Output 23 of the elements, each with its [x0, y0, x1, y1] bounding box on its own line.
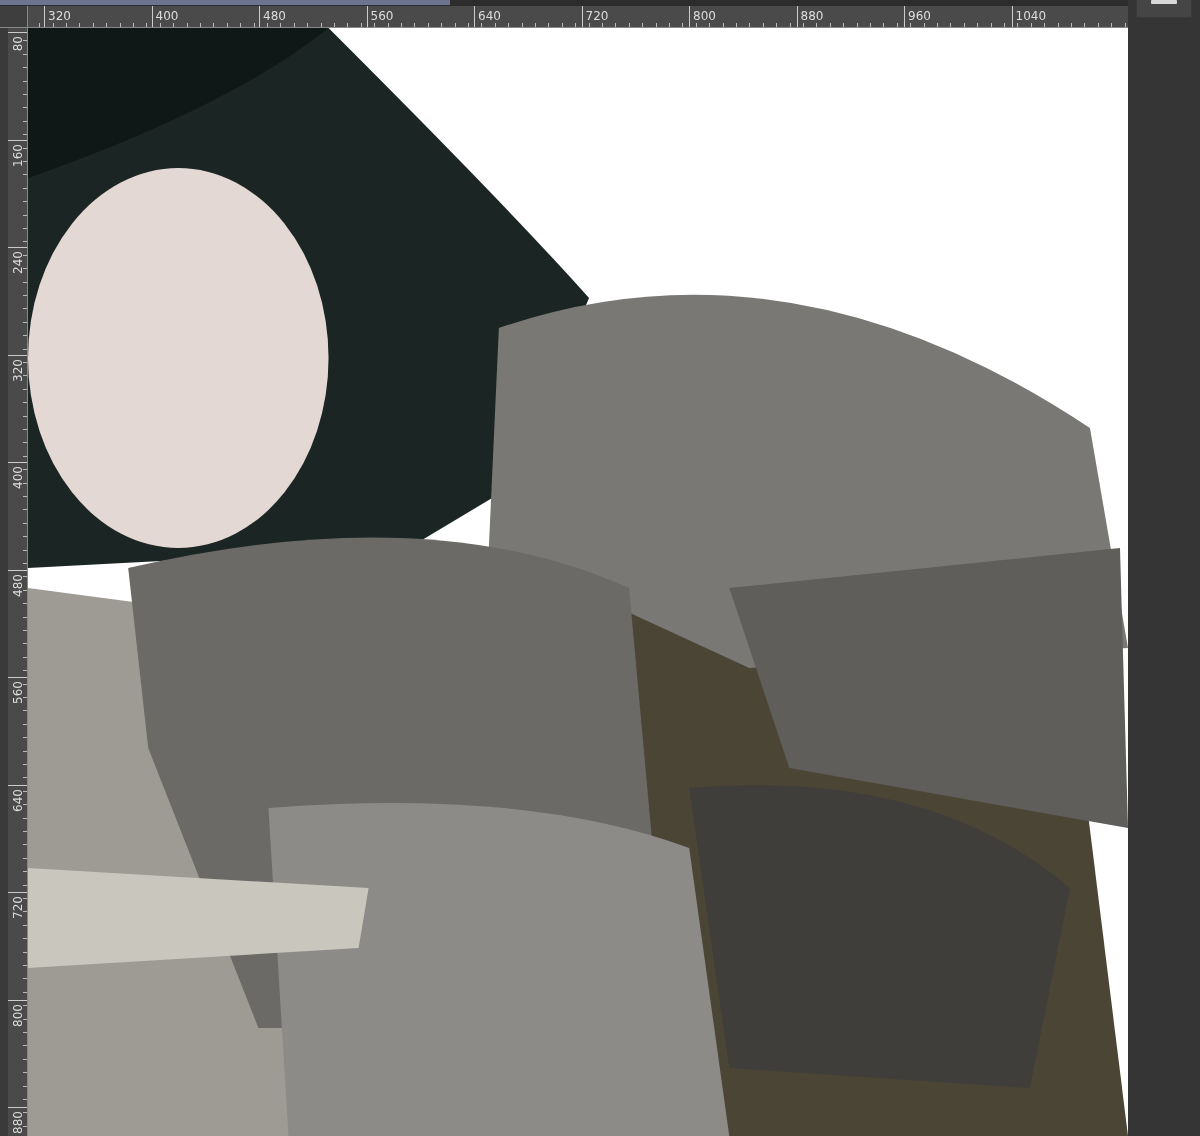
ruler-label: 80: [10, 36, 25, 52]
ruler-label: 480: [263, 9, 286, 23]
ruler-label: 320: [10, 358, 25, 382]
ruler-label: 640: [10, 788, 25, 812]
ruler-label: 160: [10, 143, 25, 167]
ruler-label: 880: [10, 1111, 25, 1134]
ruler-label: 320: [48, 9, 71, 23]
menu-icon: [1151, 0, 1177, 6]
ruler-label: 640: [478, 9, 501, 23]
ruler-label: 960: [908, 9, 931, 23]
ruler-label: 800: [10, 1003, 25, 1027]
ruler-label: 400: [10, 466, 25, 489]
ruler-label: 240: [10, 251, 25, 274]
ruler-label: 720: [10, 896, 25, 919]
ruler-label: 1040: [1015, 9, 1047, 23]
ruler-label: 800: [693, 9, 716, 23]
ruler-label: 480: [10, 573, 25, 597]
ruler-label: 720: [585, 9, 609, 23]
ruler-label: 560: [370, 9, 394, 23]
ruler-label: 400: [155, 9, 179, 23]
panel-button[interactable]: [1136, 0, 1192, 18]
ruler-label: 560: [10, 681, 25, 704]
ruler-label: 880: [800, 9, 824, 23]
